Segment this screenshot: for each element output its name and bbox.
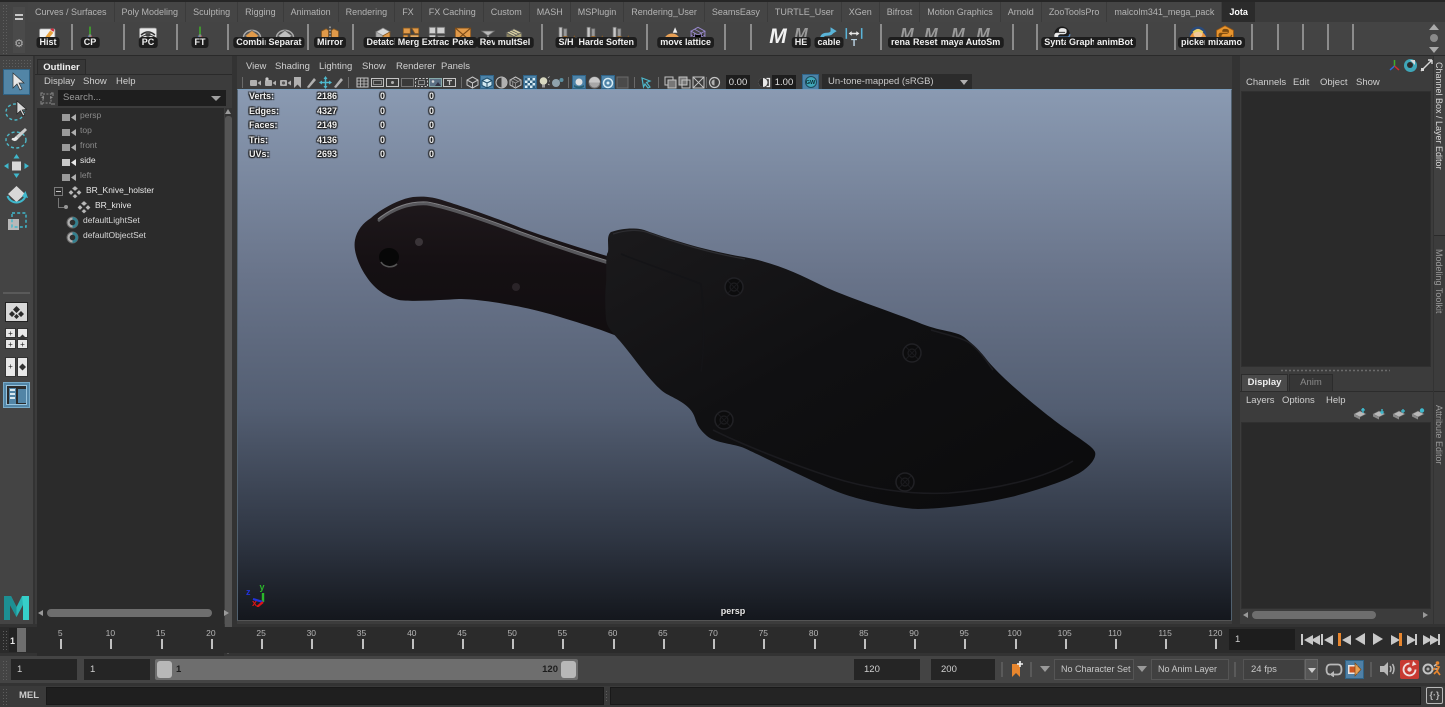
svg-text:z: z: [246, 587, 251, 597]
svg-text:y: y: [260, 582, 265, 592]
svg-text:x: x: [252, 598, 257, 607]
